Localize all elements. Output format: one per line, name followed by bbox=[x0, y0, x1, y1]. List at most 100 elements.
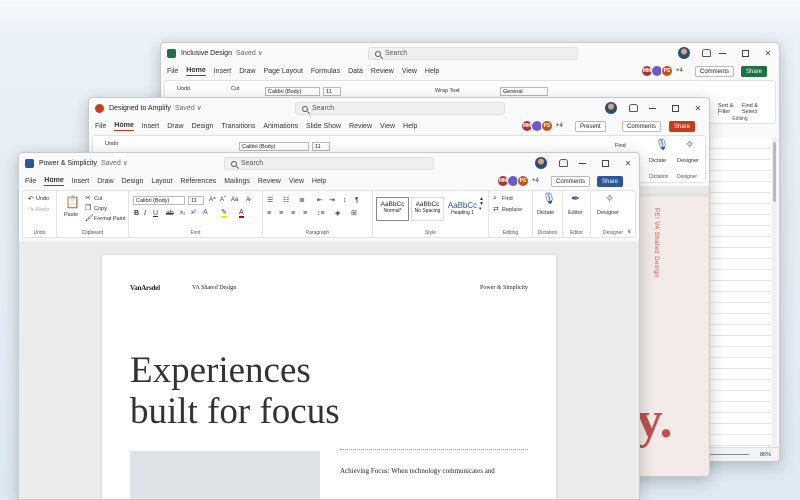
line-spacing-icon[interactable]: ↕≡ bbox=[317, 210, 325, 217]
align-center-icon[interactable]: ≡ bbox=[279, 210, 283, 217]
find-label[interactable]: Find bbox=[502, 196, 513, 202]
paste-icon[interactable]: 📋 bbox=[65, 196, 80, 208]
maximize-icon[interactable] bbox=[740, 48, 750, 58]
excel-scrollbar[interactable] bbox=[772, 138, 777, 448]
format-painter-icon[interactable]: 🖌 bbox=[85, 215, 94, 222]
undo-label[interactable]: Undo bbox=[36, 196, 49, 202]
microphone-icon[interactable]: 🎙 bbox=[655, 140, 669, 151]
underline-icon[interactable]: U bbox=[153, 210, 158, 217]
font-color-icon[interactable]: A bbox=[239, 209, 244, 218]
word-share-button[interactable]: Share bbox=[597, 176, 624, 187]
undo-icon[interactable]: ↶ bbox=[28, 196, 34, 203]
increase-indent-icon[interactable]: ⇥ bbox=[329, 197, 335, 204]
word-document-page[interactable]: VanArsdel VA Shared Design Power & Simpl… bbox=[102, 255, 556, 499]
minimize-icon[interactable] bbox=[717, 48, 727, 58]
minimize-icon[interactable] bbox=[647, 103, 657, 113]
style-heading-1[interactable]: AaBbCc Heading 1 bbox=[446, 197, 479, 221]
bold-icon[interactable]: B bbox=[134, 210, 139, 217]
subscript-icon[interactable]: x₂ bbox=[180, 210, 185, 216]
ppt-dictate-label[interactable]: Dictate bbox=[649, 158, 666, 164]
designer-icon[interactable]: ✧ bbox=[605, 194, 614, 205]
bullets-icon[interactable]: ☰ bbox=[267, 197, 273, 204]
text-effects-icon[interactable]: A bbox=[203, 209, 208, 216]
word-tab-design[interactable]: Design bbox=[122, 178, 144, 185]
paste-label[interactable]: Paste bbox=[64, 212, 78, 218]
excel-find-select[interactable]: Find & Select bbox=[742, 103, 758, 115]
copy-label[interactable]: Copy bbox=[94, 206, 107, 212]
ppt-collaborators[interactable]: MM PS +4 bbox=[521, 120, 563, 132]
maximize-icon[interactable] bbox=[670, 103, 680, 113]
find-icon[interactable]: ⌕ bbox=[493, 195, 497, 202]
excel-tab-view[interactable]: View bbox=[402, 68, 417, 75]
ppt-present-button[interactable]: Present bbox=[575, 121, 606, 132]
word-saved-status[interactable]: Saved ∨ bbox=[101, 159, 128, 167]
excel-tab-page-layout[interactable]: Page Layout bbox=[264, 68, 303, 75]
copy-icon[interactable]: ❐ bbox=[85, 205, 91, 212]
excel-undo-label[interactable]: Undo bbox=[177, 86, 190, 92]
close-icon[interactable]: ✕ bbox=[693, 103, 703, 113]
excel-sort-filter[interactable]: Sort & Filter bbox=[718, 103, 733, 115]
microphone-icon[interactable]: 🎙 bbox=[542, 194, 556, 205]
excel-feedback-icon[interactable] bbox=[702, 49, 711, 57]
ppt-search-box[interactable]: Search bbox=[295, 102, 505, 115]
doc-headline[interactable]: Experiences built for focus bbox=[130, 350, 340, 432]
excel-user-avatar[interactable] bbox=[678, 47, 690, 59]
excel-number-format[interactable]: General bbox=[500, 87, 548, 96]
borders-icon[interactable]: ⊞ bbox=[351, 210, 357, 217]
dictate-label[interactable]: Dictate bbox=[537, 210, 554, 216]
styles-scroll-icon[interactable]: ▲ ▼ ▾ bbox=[479, 197, 484, 212]
excel-search-box[interactable]: Search bbox=[368, 47, 578, 60]
ppt-tab-insert[interactable]: Insert bbox=[142, 123, 160, 130]
excel-tab-help[interactable]: Help bbox=[425, 68, 439, 75]
ppt-share-button[interactable]: Share bbox=[669, 121, 696, 132]
excel-wrap-text[interactable]: Wrap Text bbox=[435, 88, 460, 94]
ppt-font-combo[interactable]: Calibri (Body) bbox=[239, 142, 309, 151]
ppt-user-avatar[interactable] bbox=[605, 102, 617, 114]
excel-tab-insert[interactable]: Insert bbox=[214, 68, 232, 75]
redo-label[interactable]: Redo bbox=[36, 207, 49, 213]
excel-zoom-level[interactable]: 86% bbox=[760, 452, 771, 458]
shrink-font-icon[interactable]: Aˇ bbox=[220, 197, 226, 203]
highlight-icon[interactable]: ✎ bbox=[221, 209, 227, 218]
align-left-icon[interactable]: ≡ bbox=[267, 210, 271, 217]
excel-cut-label[interactable]: Cut bbox=[231, 86, 240, 92]
excel-saved-status[interactable]: Saved ∨ bbox=[236, 49, 263, 57]
decrease-indent-icon[interactable]: ⇤ bbox=[317, 197, 323, 204]
ppt-tab-home[interactable]: Home bbox=[114, 122, 134, 131]
excel-tab-data[interactable]: Data bbox=[348, 68, 363, 75]
zoom-slider[interactable] bbox=[709, 454, 749, 455]
collapse-ribbon-icon[interactable]: ∨ bbox=[627, 229, 631, 235]
ppt-comments-button[interactable]: Comments bbox=[622, 121, 662, 132]
ppt-tab-animations[interactable]: Animations bbox=[263, 123, 298, 130]
ppt-tab-review[interactable]: Review bbox=[349, 123, 372, 130]
ppt-tab-draw[interactable]: Draw bbox=[167, 123, 183, 130]
ppt-tab-file[interactable]: File bbox=[95, 123, 106, 130]
sort-icon[interactable]: ↕ bbox=[343, 197, 347, 204]
superscript-icon[interactable]: x² bbox=[191, 210, 196, 216]
maximize-icon[interactable] bbox=[600, 158, 610, 168]
excel-tab-home[interactable]: Home bbox=[186, 67, 206, 76]
show-marks-icon[interactable]: ¶ bbox=[355, 197, 359, 204]
word-tab-draw[interactable]: Draw bbox=[97, 178, 113, 185]
word-search-box[interactable]: Search bbox=[224, 157, 434, 170]
word-tab-references[interactable]: References bbox=[180, 178, 216, 185]
designer-icon[interactable]: ✧ bbox=[685, 140, 694, 151]
ppt-saved-status[interactable]: Saved ∨ bbox=[175, 104, 202, 112]
multilevel-list-icon[interactable]: ≣ bbox=[299, 197, 305, 204]
word-tab-insert[interactable]: Insert bbox=[72, 178, 90, 185]
replace-icon[interactable]: ⇄ bbox=[493, 206, 499, 213]
font-name-combo[interactable]: Calibri (Body) bbox=[133, 196, 185, 205]
excel-tab-draw[interactable]: Draw bbox=[239, 68, 255, 75]
excel-grid[interactable] bbox=[701, 138, 771, 448]
ppt-find-label[interactable]: Find bbox=[615, 143, 626, 149]
ppt-tab-slide-show[interactable]: Slide Show bbox=[306, 123, 341, 130]
style-no-spacing[interactable]: AaBbCc No Spacing bbox=[411, 197, 444, 221]
word-feedback-icon[interactable] bbox=[559, 159, 568, 167]
cut-icon[interactable]: ✂ bbox=[85, 195, 91, 202]
clear-formatting-icon[interactable]: A̷ bbox=[246, 197, 250, 203]
style-normal[interactable]: AaBbCc Normal* bbox=[376, 197, 409, 221]
word-user-avatar[interactable] bbox=[535, 157, 547, 169]
word-tab-home[interactable]: Home bbox=[44, 177, 64, 186]
close-icon[interactable]: ✕ bbox=[623, 158, 633, 168]
editor-label[interactable]: Editor bbox=[568, 210, 582, 216]
